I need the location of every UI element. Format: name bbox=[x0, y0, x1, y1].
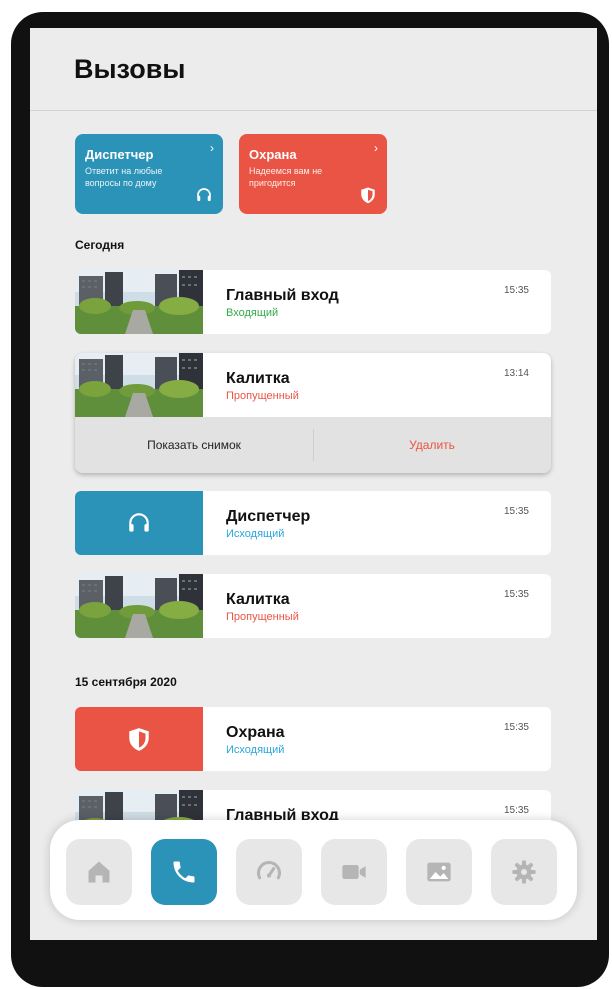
call-row[interactable]: Диспетчер Исходящий 15:35 bbox=[75, 491, 551, 555]
home-icon bbox=[88, 861, 110, 883]
call-status: Исходящий bbox=[226, 528, 285, 540]
call-row-expanded[interactable]: Калитка Пропущенный 13:14 Показать снимо… bbox=[75, 353, 551, 473]
call-time: 15:35 bbox=[503, 506, 529, 517]
dispatcher-card-title: Диспетчер bbox=[85, 147, 154, 162]
security-card[interactable]: Охрана Надеемся вам не пригодится › bbox=[239, 134, 387, 214]
shield-icon bbox=[129, 728, 149, 751]
call-time: 15:35 bbox=[503, 285, 529, 296]
call-time: 13:14 bbox=[503, 368, 529, 379]
delete-button[interactable]: Удалить bbox=[313, 417, 551, 473]
video-camera-icon bbox=[342, 865, 366, 879]
header: Вызовы bbox=[30, 28, 597, 111]
show-snapshot-button[interactable]: Показать снимок bbox=[75, 417, 313, 473]
call-actions: Показать снимок Удалить bbox=[75, 417, 551, 473]
security-card-title: Охрана bbox=[249, 147, 297, 162]
headset-icon bbox=[129, 513, 149, 532]
security-card-subtitle: Надеемся вам не пригодится bbox=[249, 166, 323, 188]
page-title: Вызовы bbox=[74, 54, 186, 84]
camera-snapshot bbox=[75, 270, 203, 334]
nav-meters-button[interactable] bbox=[236, 839, 302, 905]
nav-cameras-button[interactable] bbox=[321, 839, 387, 905]
dispatcher-card-subtitle: Ответит на любые вопросы по дому bbox=[85, 166, 163, 188]
section-date: 15 сентября 2020 bbox=[75, 675, 177, 689]
call-name: Охрана bbox=[226, 724, 285, 741]
camera-snapshot bbox=[75, 574, 203, 638]
camera-snapshot bbox=[75, 353, 203, 417]
security-thumb bbox=[75, 707, 203, 771]
nav-calls-button[interactable] bbox=[151, 839, 217, 905]
nav-home-button[interactable] bbox=[66, 839, 132, 905]
bottom-nav bbox=[50, 820, 577, 920]
headset-icon bbox=[197, 188, 211, 201]
nav-settings-button[interactable] bbox=[491, 839, 557, 905]
dispatcher-thumb bbox=[75, 491, 203, 555]
call-status: Исходящий bbox=[226, 744, 285, 756]
call-name: Диспетчер bbox=[226, 508, 311, 525]
call-name: Калитка bbox=[226, 591, 290, 608]
phone-icon bbox=[173, 861, 195, 883]
call-row[interactable]: Главный вход Входящий 15:35 bbox=[75, 270, 551, 334]
dispatcher-card[interactable]: Диспетчер Ответит на любые вопросы по до… bbox=[75, 134, 223, 214]
call-time: 15:35 bbox=[503, 722, 529, 733]
call-name: Главный вход bbox=[226, 287, 339, 304]
call-row[interactable]: Калитка Пропущенный 15:35 bbox=[75, 574, 551, 638]
call-row[interactable]: Охрана Исходящий 15:35 bbox=[75, 707, 551, 771]
shield-icon bbox=[361, 187, 375, 204]
gallery-icon bbox=[427, 862, 451, 882]
call-status: Пропущенный bbox=[226, 611, 299, 623]
calls-screen: Вызовы Диспетчер Ответит на любые вопрос… bbox=[30, 28, 597, 940]
call-time: 15:35 bbox=[503, 589, 529, 600]
chevron-right-icon: › bbox=[210, 141, 214, 155]
call-status: Пропущенный bbox=[226, 390, 299, 402]
call-name: Калитка bbox=[226, 370, 290, 387]
call-status: Входящий bbox=[226, 307, 279, 319]
call-time: 15:35 bbox=[503, 805, 529, 816]
gauge-icon bbox=[256, 861, 282, 880]
gear-icon bbox=[512, 860, 536, 884]
section-today: Сегодня bbox=[75, 238, 125, 252]
chevron-right-icon: › bbox=[374, 141, 378, 155]
nav-gallery-button[interactable] bbox=[406, 839, 472, 905]
